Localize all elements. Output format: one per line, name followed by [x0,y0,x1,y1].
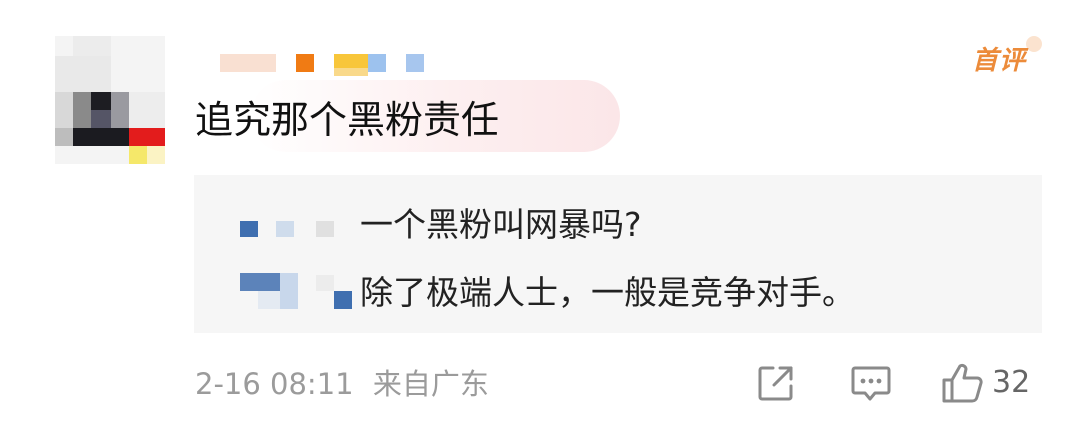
avatar[interactable] [55,36,165,164]
badge-label: 首评 [972,46,1027,76]
timestamp: 2-16 08:11 [195,367,354,401]
reply-box[interactable]: 一个黑粉叫网暴吗? 除了极端人士，一般是竞争对手。 [194,175,1042,333]
username[interactable] [220,52,450,76]
comment-meta: 2-16 08:11 来自广东 [195,365,489,403]
reply-username[interactable] [240,215,350,245]
comment-card: 首评 追究那个黑粉责任 一个黑粉叫网暴吗? 除了极端人士，一般是竞争对手。 2-… [0,0,1080,438]
reply-button[interactable] [850,360,892,406]
share-button[interactable] [756,360,796,406]
share-icon [758,366,793,401]
like-count: 32 [992,365,1031,400]
first-comment-badge: 首评 [968,36,1044,76]
thumbs-up-icon [942,363,983,403]
like-button[interactable]: 32 [940,360,1030,406]
reply-text: 除了极端人士，一般是竞争对手。 [360,273,855,312]
comment-icon [851,366,891,401]
badge-decoration [1026,36,1042,52]
comment-text: 追究那个黑粉责任 [195,98,500,142]
location: 来自广东 [372,367,489,401]
reply-username[interactable] [240,273,360,313]
reply-text: 一个黑粉叫网暴吗? [360,205,642,244]
